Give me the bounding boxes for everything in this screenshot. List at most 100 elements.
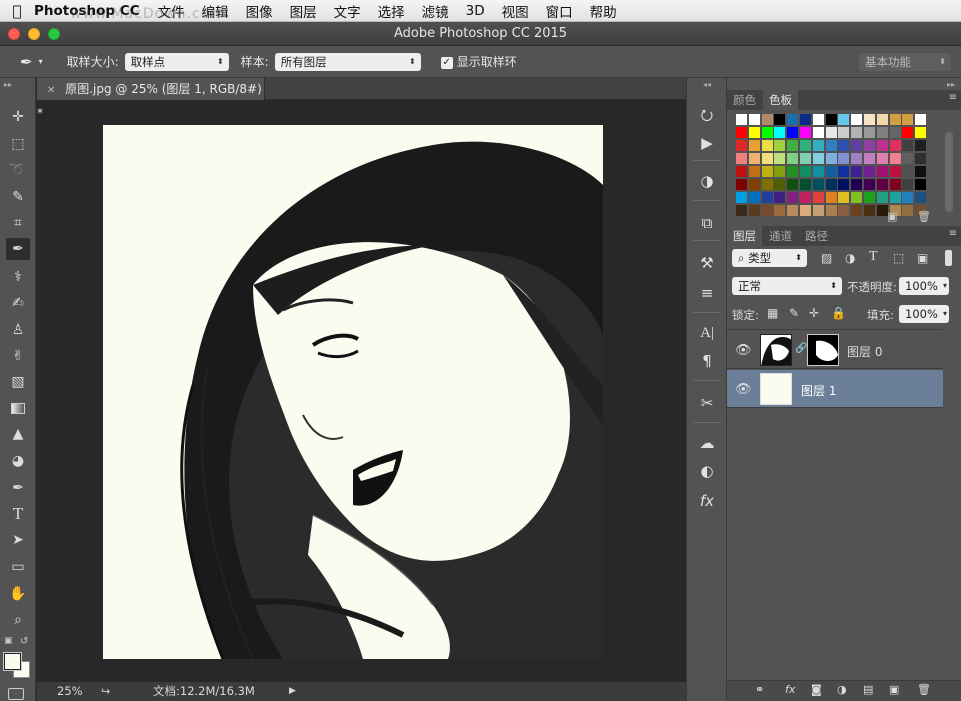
color-swatch[interactable]	[761, 114, 773, 125]
color-swatch[interactable]	[902, 153, 914, 164]
color-swatch[interactable]	[889, 153, 901, 164]
workspace-switcher[interactable]: 基本功能 ⬍	[859, 53, 951, 71]
history-panel-icon[interactable]: ⭮	[696, 104, 718, 126]
color-swatch[interactable]	[889, 114, 901, 125]
brush-tool-icon[interactable]: ✍	[6, 292, 30, 314]
color-swatch[interactable]	[736, 153, 747, 164]
color-swatch[interactable]	[851, 192, 863, 203]
lock-transparent-icon[interactable]: ▦	[767, 306, 778, 320]
color-swatch[interactable]	[774, 153, 786, 164]
mask-link-icon[interactable]: 🔗	[795, 343, 807, 354]
delete-layer-icon[interactable]: 🗑	[917, 683, 931, 696]
color-swatch[interactable]	[787, 127, 799, 138]
lock-all-icon[interactable]: 🔒	[831, 306, 846, 320]
sample-size-select[interactable]: 取样点 ⬍	[124, 52, 229, 71]
swap-colors-icon[interactable]: ↺	[20, 636, 28, 647]
tab-layers[interactable]: 图层	[727, 226, 762, 246]
actions-panel-icon[interactable]: ▶	[696, 132, 718, 154]
opacity-input[interactable]: 100%	[899, 277, 949, 295]
color-swatch[interactable]	[851, 179, 863, 190]
tab-paths[interactable]: 路径	[799, 226, 834, 246]
color-swatch[interactable]	[748, 192, 760, 203]
color-swatch[interactable]	[864, 114, 875, 125]
type-tool-icon[interactable]: T	[6, 503, 30, 525]
color-swatch[interactable]	[774, 205, 786, 216]
color-swatch[interactable]	[902, 166, 914, 177]
color-swatch[interactable]	[761, 127, 773, 138]
color-swatch[interactable]	[787, 166, 799, 177]
opacity-arrow-icon[interactable]: ▾	[943, 281, 947, 290]
menu-image[interactable]: 图像	[246, 1, 273, 21]
color-swatch[interactable]	[774, 192, 786, 203]
pen-tool-icon[interactable]: ✒	[6, 477, 30, 499]
menu-help[interactable]: 帮助	[590, 1, 617, 21]
gradient-tool-icon[interactable]	[6, 397, 30, 419]
color-swatch[interactable]	[915, 166, 927, 177]
filter-shape-icon[interactable]: ⬚	[893, 251, 904, 265]
lock-position-icon[interactable]: ✛	[809, 306, 819, 320]
color-swatch[interactable]	[825, 153, 837, 164]
color-swatch[interactable]	[889, 192, 901, 203]
color-swatch[interactable]	[761, 192, 773, 203]
image-canvas[interactable]	[103, 125, 603, 659]
color-swatch[interactable]	[838, 153, 850, 164]
eyedropper-tool-icon[interactable]: ✒	[6, 238, 30, 260]
color-swatch[interactable]	[825, 127, 837, 138]
color-swatch[interactable]	[774, 166, 786, 177]
color-swatch[interactable]	[838, 166, 850, 177]
document-tab[interactable]: ✕ 原图.jpg @ 25% (图层 1, RGB/8#) *	[37, 78, 265, 120]
layer-filter-select[interactable]: ⌕ 类型 ⬍	[732, 249, 807, 267]
color-swatch[interactable]	[876, 153, 888, 164]
color-swatch[interactable]	[812, 153, 824, 164]
add-mask-icon[interactable]: ◙	[811, 683, 822, 696]
brush-panel-icon[interactable]: ≡	[696, 282, 718, 304]
color-swatch[interactable]	[736, 192, 747, 203]
swatches-grid[interactable]	[736, 114, 944, 216]
libraries-panel-icon[interactable]: ☁	[696, 432, 718, 454]
color-swatch[interactable]	[864, 166, 875, 177]
color-swatch[interactable]	[851, 166, 863, 177]
menu-select[interactable]: 选择	[378, 1, 405, 21]
paragraph-panel-icon[interactable]: ¶	[696, 350, 718, 372]
color-swatch[interactable]	[800, 153, 811, 164]
color-swatch[interactable]	[812, 140, 824, 151]
layer-name[interactable]: 图层 0	[847, 343, 882, 360]
color-swatch[interactable]	[748, 153, 760, 164]
color-swatch[interactable]	[736, 127, 747, 138]
color-swatch[interactable]	[825, 140, 837, 151]
crop-tool-icon[interactable]: ⌗	[6, 212, 30, 234]
filter-type-icon[interactable]: T	[869, 249, 878, 265]
color-swatch[interactable]	[902, 127, 914, 138]
menu-filter[interactable]: 滤镜	[422, 1, 449, 21]
color-swatch[interactable]	[787, 179, 799, 190]
color-swatch[interactable]	[902, 192, 914, 203]
menu-view[interactable]: 视图	[502, 1, 529, 21]
styles-panel-icon[interactable]: ◐	[696, 460, 718, 482]
move-tool-icon[interactable]: ✛	[6, 106, 30, 128]
rectangle-tool-icon[interactable]: ▭	[6, 556, 30, 578]
color-swatch[interactable]	[748, 127, 760, 138]
tab-swatches[interactable]: 色板	[763, 90, 798, 110]
color-swatch[interactable]	[825, 166, 837, 177]
character-panel-icon[interactable]: A|	[696, 322, 718, 344]
color-swatch[interactable]	[774, 127, 786, 138]
color-swatch[interactable]	[800, 127, 811, 138]
quick-selection-tool-icon[interactable]: ✎	[6, 186, 30, 208]
fill-input[interactable]: 100%	[899, 305, 949, 323]
color-swatch[interactable]	[864, 140, 875, 151]
swatches-scrollbar[interactable]	[945, 132, 953, 212]
color-swatch[interactable]	[774, 140, 786, 151]
color-swatch[interactable]	[864, 179, 875, 190]
fx-panel-icon[interactable]: fx	[696, 490, 718, 512]
eyedropper-tool-icon[interactable]: ✒	[20, 53, 33, 71]
layer-mask-thumbnail[interactable]	[807, 334, 839, 366]
color-swatch[interactable]	[812, 205, 824, 216]
color-swatch[interactable]	[838, 127, 850, 138]
color-swatch[interactable]	[915, 153, 927, 164]
menu-layer[interactable]: 图层	[290, 1, 317, 21]
color-swatch[interactable]	[864, 127, 875, 138]
color-swatch[interactable]	[876, 179, 888, 190]
layer-row-0[interactable]: 👁 🔗 图层 0	[727, 331, 943, 369]
lock-image-icon[interactable]: ✎	[789, 306, 799, 320]
lasso-tool-icon[interactable]: ➰	[6, 159, 30, 181]
